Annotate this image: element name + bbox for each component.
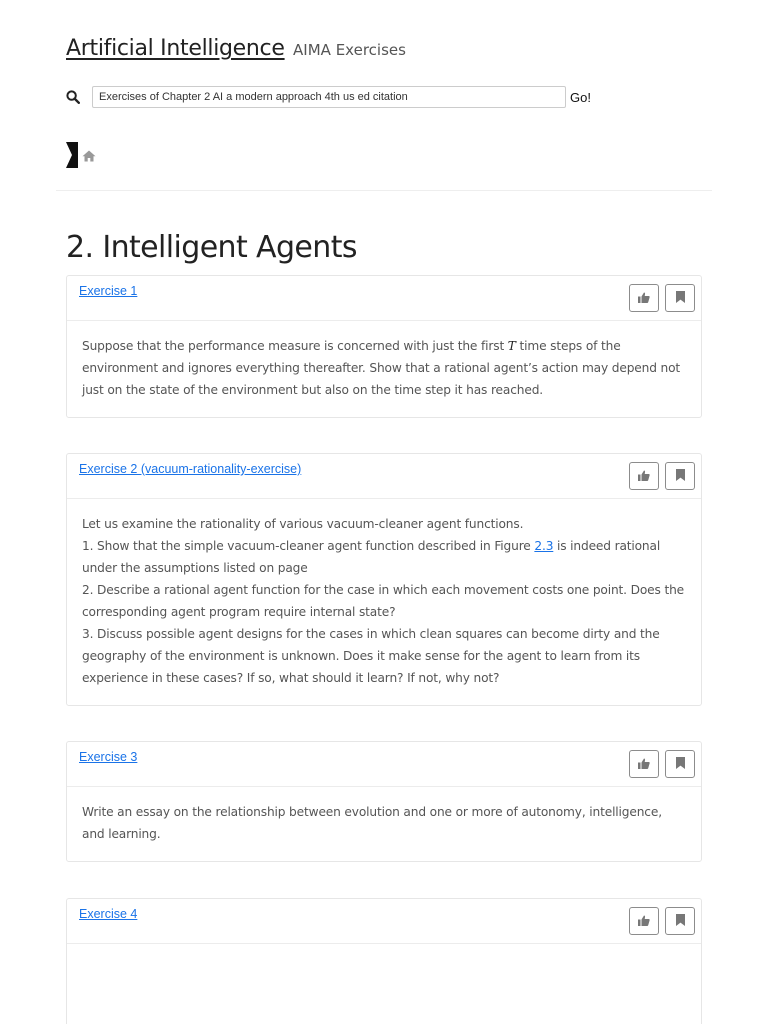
bookmark-button[interactable] bbox=[665, 284, 695, 312]
figure-link[interactable]: 2.3 bbox=[534, 539, 553, 553]
exercise-link[interactable]: Exercise 1 bbox=[79, 284, 137, 298]
site-subtitle: AIMA Exercises bbox=[293, 41, 406, 59]
bookmark-button[interactable] bbox=[665, 907, 695, 935]
home-icon[interactable] bbox=[82, 149, 96, 162]
exercise-card-header: Exercise 1 bbox=[67, 276, 701, 321]
bookmark-button[interactable] bbox=[665, 462, 695, 490]
go-button[interactable]: Go! bbox=[570, 90, 591, 105]
bookmark-icon bbox=[675, 913, 685, 929]
exercise-card: Exercise 2 (vacuum-rationality-exercise)… bbox=[66, 453, 702, 706]
exercise-text: Write an essay on the relationship betwe… bbox=[82, 805, 662, 841]
search-bar: Go! bbox=[66, 85, 591, 109]
site-title-link[interactable]: Artificial Intelligence bbox=[66, 36, 285, 61]
exercise-card-header: Exercise 4 bbox=[67, 899, 701, 944]
exercise-link[interactable]: Exercise 4 bbox=[79, 907, 137, 921]
exercise-actions bbox=[629, 462, 695, 490]
exercise-item: 2. Describe a rational agent function fo… bbox=[82, 583, 684, 619]
exercise-body: Write an essay on the relationship betwe… bbox=[67, 787, 701, 859]
exercise-link[interactable]: Exercise 2 (vacuum-rationality-exercise) bbox=[79, 462, 301, 476]
exercise-card-header: Exercise 3 bbox=[67, 742, 701, 787]
exercise-item: 1. Show that the simple vacuum-cleaner a… bbox=[82, 539, 661, 575]
search-input[interactable] bbox=[92, 86, 566, 108]
bookmark-icon bbox=[675, 756, 685, 772]
bookmark-button[interactable] bbox=[665, 750, 695, 778]
exercise-body: Let us examine the rationality of variou… bbox=[67, 499, 701, 703]
site-header: Artificial Intelligence AIMA Exercises bbox=[66, 36, 406, 61]
exercise-card: Exercise 4 bbox=[66, 898, 702, 1024]
search-icon bbox=[66, 90, 81, 105]
math-variable: T bbox=[507, 339, 516, 353]
exercise-link[interactable]: Exercise 3 bbox=[79, 750, 137, 764]
nav-row bbox=[66, 142, 96, 168]
sidebar-toggle-icon[interactable] bbox=[66, 142, 78, 168]
bookmark-icon bbox=[675, 290, 685, 306]
thumbs-up-icon bbox=[638, 469, 650, 484]
exercise-item: 3. Discuss possible agent designs for th… bbox=[82, 627, 660, 685]
like-button[interactable] bbox=[629, 750, 659, 778]
exercise-card-header: Exercise 2 (vacuum-rationality-exercise) bbox=[67, 454, 701, 499]
exercise-body bbox=[67, 944, 701, 972]
exercise-actions bbox=[629, 750, 695, 778]
like-button[interactable] bbox=[629, 462, 659, 490]
like-button[interactable] bbox=[629, 907, 659, 935]
like-button[interactable] bbox=[629, 284, 659, 312]
thumbs-up-icon bbox=[638, 757, 650, 772]
exercise-card: Exercise 1 Suppose that the performance … bbox=[66, 275, 702, 418]
exercise-actions bbox=[629, 284, 695, 312]
bookmark-icon bbox=[675, 468, 685, 484]
exercise-card: Exercise 3 Write an essay on the relatio… bbox=[66, 741, 702, 862]
exercise-text: Suppose that the performance measure is … bbox=[82, 339, 681, 397]
exercise-body: Suppose that the performance measure is … bbox=[67, 321, 701, 415]
thumbs-up-icon bbox=[638, 291, 650, 306]
thumbs-up-icon bbox=[638, 914, 650, 929]
exercise-actions bbox=[629, 907, 695, 935]
exercise-intro: Let us examine the rationality of variou… bbox=[82, 517, 524, 531]
header-divider bbox=[56, 190, 712, 191]
chapter-title: 2. Intelligent Agents bbox=[66, 230, 357, 265]
page: Artificial Intelligence AIMA Exercises G… bbox=[0, 0, 768, 1024]
